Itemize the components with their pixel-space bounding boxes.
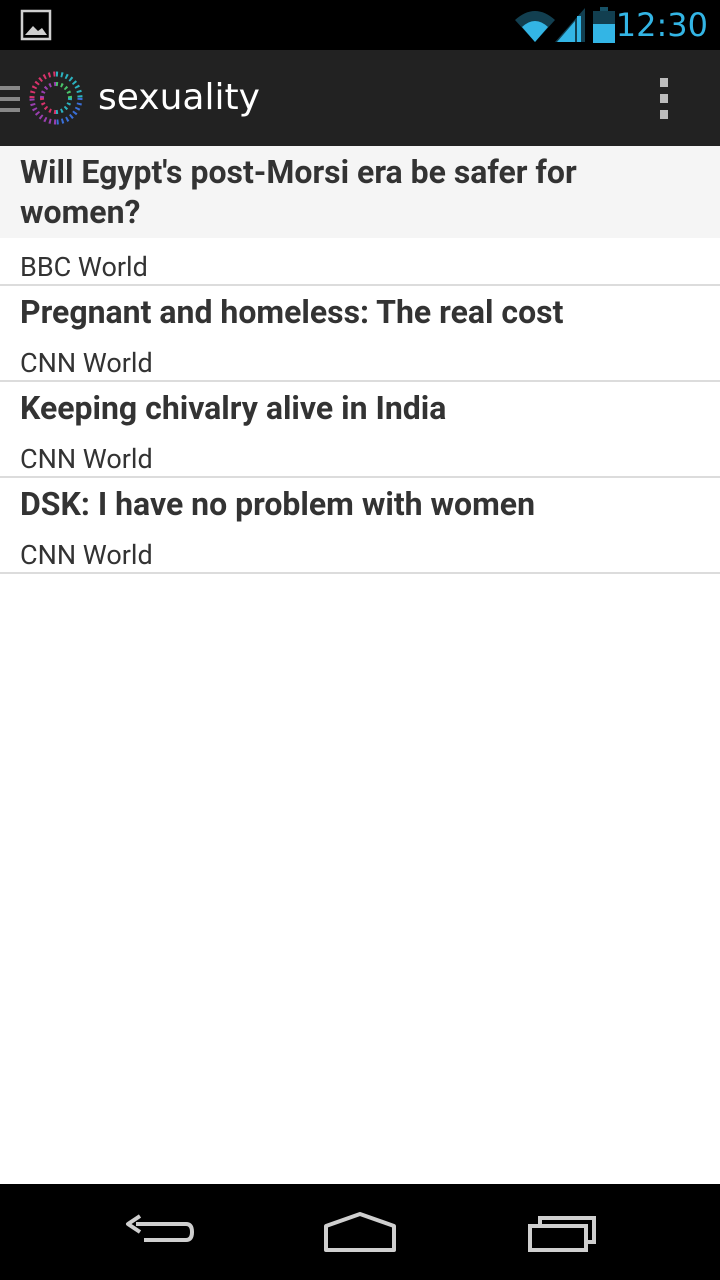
- status-clock: 12:30: [615, 6, 708, 44]
- article-headline: Keeping chivalry alive in India: [20, 389, 447, 427]
- back-icon[interactable]: [120, 1208, 200, 1256]
- article-headline: DSK: I have no problem with women: [20, 485, 536, 523]
- action-bar: sexuality: [0, 50, 720, 146]
- overflow-menu-icon[interactable]: [656, 78, 672, 120]
- list-item[interactable]: Pregnant and homeless: The real cost CNN…: [0, 286, 720, 382]
- recent-apps-icon[interactable]: [522, 1208, 602, 1256]
- article-source: BBC World: [20, 251, 148, 283]
- list-item[interactable]: DSK: I have no problem with women CNN Wo…: [0, 478, 720, 574]
- article-headline: Will Egypt's post-Morsi era be safer for…: [20, 153, 577, 231]
- article-source: CNN World: [20, 347, 153, 379]
- article-headline: Pregnant and homeless: The real cost: [20, 293, 564, 331]
- wifi-icon: [515, 11, 555, 42]
- list-item[interactable]: Will Egypt's post-Morsi era be safer for…: [0, 146, 720, 286]
- home-icon[interactable]: [320, 1208, 400, 1256]
- list-item[interactable]: Keeping chivalry alive in India CNN Worl…: [0, 382, 720, 478]
- status-bar: 12:30: [0, 0, 720, 50]
- article-source: CNN World: [20, 539, 153, 571]
- action-bar-title: sexuality: [98, 77, 260, 118]
- article-list: Will Egypt's post-Morsi era be safer for…: [0, 146, 720, 574]
- drawer-icon[interactable]: [0, 84, 22, 114]
- app-logo-icon[interactable]: [26, 68, 86, 128]
- battery-icon: [593, 7, 615, 43]
- navigation-bar: [0, 1184, 720, 1280]
- article-source: CNN World: [20, 443, 153, 475]
- image-notification-icon: [20, 9, 52, 41]
- signal-icon: [555, 8, 585, 42]
